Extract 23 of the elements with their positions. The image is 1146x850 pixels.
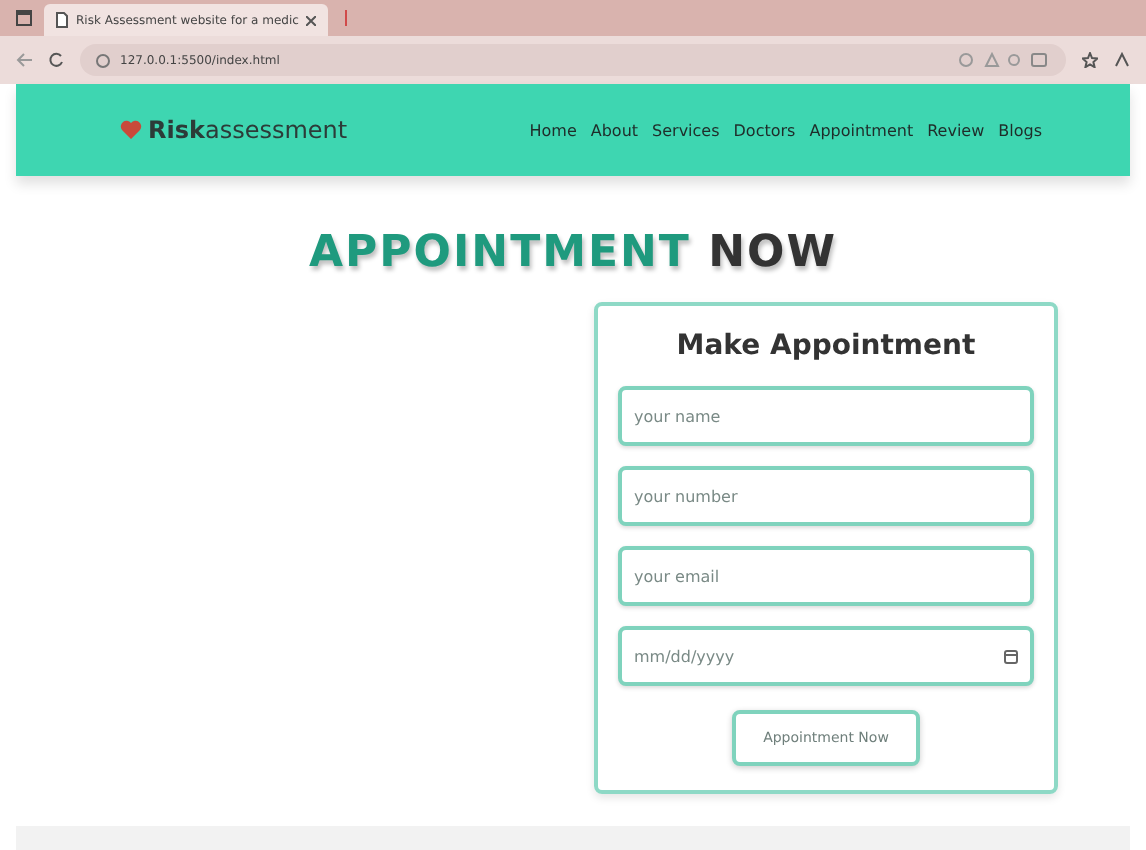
nav-link[interactable]: Blogs bbox=[998, 121, 1042, 139]
page-icon bbox=[56, 12, 68, 28]
toolbar-icons-drawing bbox=[958, 52, 1050, 68]
input-field[interactable]: your name bbox=[618, 386, 1034, 446]
date-field[interactable]: mm/dd/yyyy bbox=[618, 626, 1034, 686]
nav-link[interactable]: Appointment bbox=[809, 121, 914, 139]
nav-link[interactable]: About bbox=[590, 121, 639, 139]
nav-link[interactable]: Doctors bbox=[733, 121, 796, 139]
nav-link[interactable]: Home bbox=[529, 121, 577, 139]
close-icon[interactable] bbox=[306, 15, 317, 25]
page-heading: APPOINTMENT NOW bbox=[307, 228, 839, 278]
nav-link[interactable]: Review bbox=[927, 121, 985, 139]
calendar-icon[interactable] bbox=[1004, 648, 1018, 664]
tab-actions-icon[interactable] bbox=[16, 10, 32, 26]
info-icon bbox=[96, 53, 110, 67]
form-title: Make Appointment bbox=[674, 330, 978, 362]
brand-logo[interactable]: Riskassessment bbox=[148, 116, 348, 144]
input-field[interactable]: your email bbox=[618, 546, 1034, 606]
input-field[interactable]: your number bbox=[618, 466, 1034, 526]
refresh-icon[interactable] bbox=[48, 52, 64, 68]
heart-icon bbox=[120, 120, 142, 140]
nav-link[interactable]: Services bbox=[652, 121, 720, 139]
favorites-icon[interactable] bbox=[1082, 52, 1098, 68]
